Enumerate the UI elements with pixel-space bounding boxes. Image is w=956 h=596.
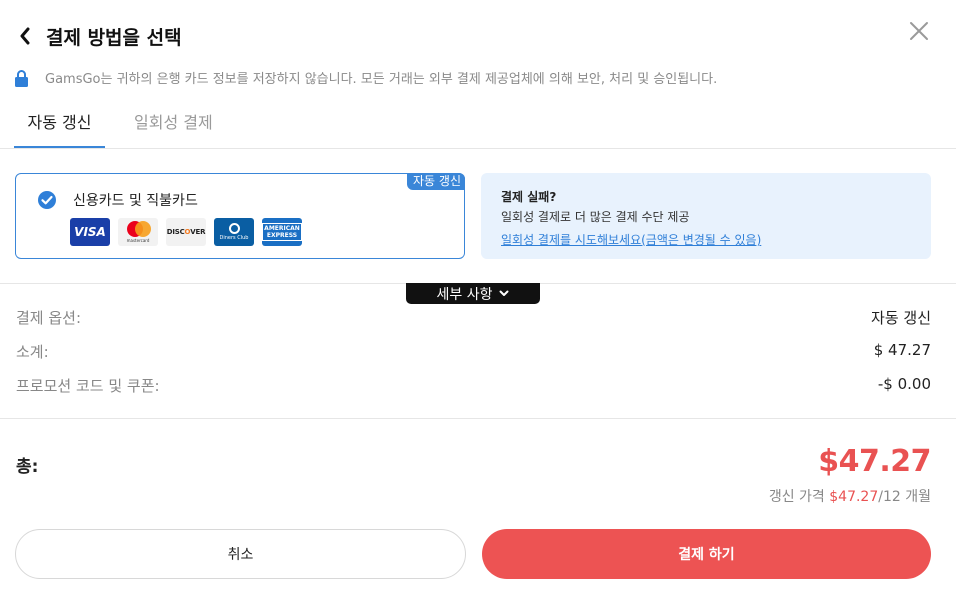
mastercard-logo-text: mastercard [126,238,150,243]
total-label: 총: [16,457,39,477]
total-amount: $47.27 [818,444,931,479]
visa-logo: VISA [70,218,110,246]
notice-text: GamsGo는 귀하의 은행 카드 정보를 저장하지 않습니다. 모든 거래는 … [45,72,718,87]
subtotal-label: 소계: [16,343,49,361]
card-payment-option[interactable]: 자동 갱신 신용카드 및 직불카드 VISA mastercard DISC O V… [15,173,465,259]
promo-value: -$ 0.00 [877,375,931,393]
mastercard-logo: mastercard [118,218,158,246]
diners-club-logo: Diners Club [214,218,254,246]
summary-row-promo: 프로모션 코드 및 쿠폰: -$ 0.00 [16,375,931,396]
pay-button[interactable]: 결제 하기 [482,529,931,579]
lock-icon [15,69,28,87]
modal-header: 결제 방법을 선택 [16,22,182,50]
checkmark-circle-icon [38,191,56,209]
amex-logo-text-1: AMERICAN [264,225,300,232]
summary-row-payment-option: 결제 옵션: 자동 갱신 [16,307,931,328]
card-brand-logos: VISA mastercard DISC O VER Diners Club AME… [70,218,302,246]
renewal-prefix: 갱신 가격 [768,489,830,505]
tab-auto-renew[interactable]: 자동 갱신 [14,104,105,148]
subtotal-value: $ 47.27 [873,341,931,359]
renewal-period: /12 개월 [878,489,931,505]
amex-logo: AMERICAN EXPRESS [262,218,302,246]
details-toggle-button[interactable]: 세부 사항 [406,283,540,304]
close-button[interactable] [908,20,930,42]
chevron-left-icon [20,27,30,45]
back-button[interactable] [16,23,34,49]
divider [0,418,956,419]
renewal-price-text: 갱신 가격 $47.27/12 개월 [769,486,931,506]
cancel-button[interactable]: 취소 [15,529,466,579]
discover-logo-text-a: DISC [166,228,185,236]
fail-title: 결제 실패? [501,190,557,204]
details-label: 세부 사항 [436,286,493,303]
payment-failed-info: 결제 실패? 일회성 결제로 더 많은 결제 수단 제공 일회성 결제를 시도해… [481,173,931,259]
promo-label: 프로모션 코드 및 쿠폰: [16,377,160,395]
try-one-time-payment-link[interactable]: 일회성 결제를 시도해보세요(금액은 변경될 수 있음) [501,231,761,248]
page-title: 결제 방법을 선택 [46,26,182,49]
payment-option-label: 결제 옵션: [16,309,82,327]
amex-logo-text-2: EXPRESS [266,232,298,239]
security-notice: GamsGo는 귀하의 은행 카드 정보를 저장하지 않습니다. 모든 거래는 … [14,68,717,87]
renewal-price: $47.27 [829,489,879,505]
card-option-title: 신용카드 및 직불카드 [73,193,198,209]
payment-option-value: 자동 갱신 [871,309,931,327]
chevron-down-icon [499,290,509,296]
discover-logo-text-b: VER [190,228,206,236]
diners-logo-text: Diners Club [219,235,249,241]
payment-tabs: 자동 갱신 일회성 결제 [0,104,956,149]
auto-renew-badge: 자동 갱신 [407,173,465,190]
close-icon [910,22,928,40]
discover-logo: DISC O VER [166,218,206,246]
tab-one-time-payment[interactable]: 일회성 결제 [134,104,213,148]
fail-description: 일회성 결제로 더 많은 결제 수단 제공 [501,210,690,224]
summary-row-subtotal: 소계: $ 47.27 [16,341,931,362]
payment-method-modal: 결제 방법을 선택 GamsGo는 귀하의 은행 카드 정보를 저장하지 않습니… [0,0,956,596]
